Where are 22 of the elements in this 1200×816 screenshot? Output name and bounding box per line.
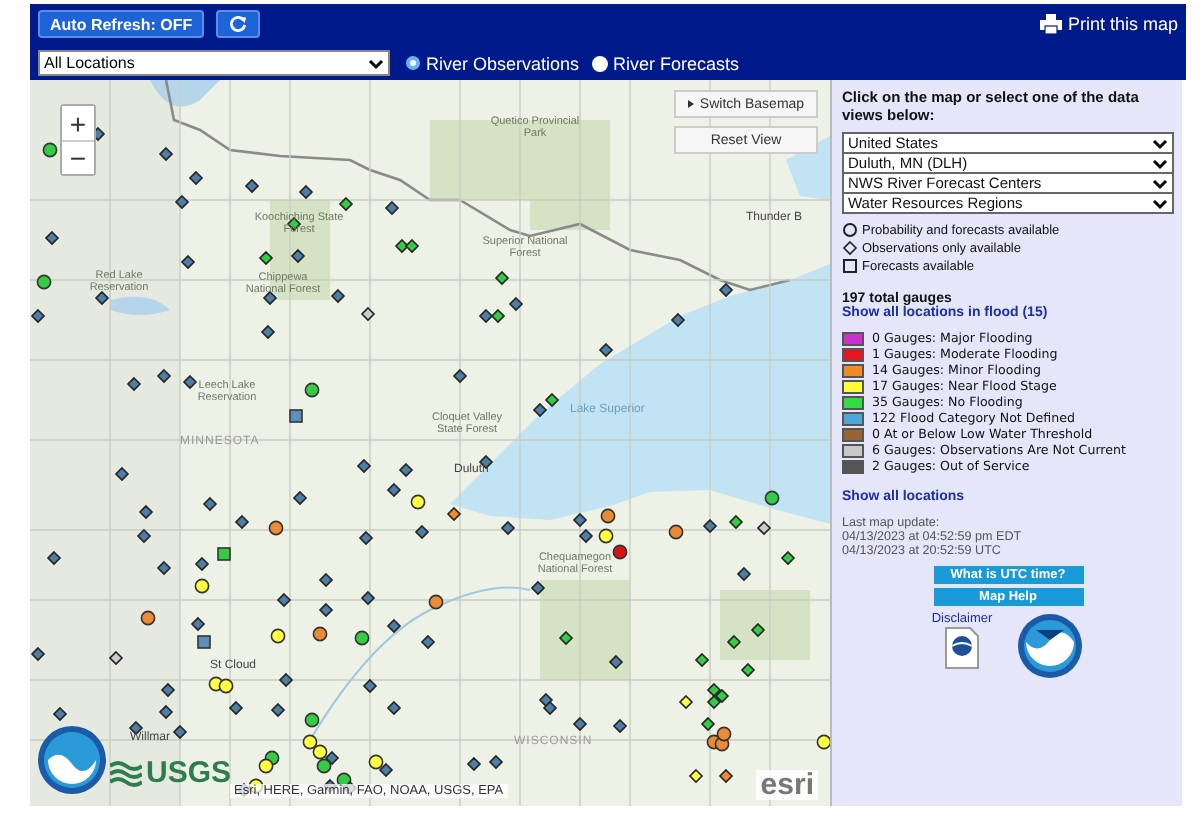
location-select[interactable]: All Locations — [38, 50, 390, 76]
usgs-wave-icon — [110, 759, 142, 787]
esri-logo-text: esri — [756, 770, 818, 800]
radio-label[interactable]: River Observations — [426, 53, 580, 73]
radio-button[interactable] — [406, 56, 420, 70]
zoom-button[interactable]: − — [62, 140, 94, 174]
usgs-logo-text: USGS — [146, 756, 232, 790]
document-icon[interactable] — [944, 626, 980, 670]
refresh-icon — [228, 14, 249, 34]
printer-icon — [1039, 14, 1062, 34]
radio-label[interactable]: River Forecasts — [613, 53, 740, 73]
map-drawing[interactable] — [30, 80, 830, 806]
noaa-logo-icon — [1016, 612, 1085, 680]
diamond-icon — [842, 240, 858, 256]
refresh-button[interactable] — [216, 10, 261, 38]
noaa-logo-icon — [36, 724, 108, 796]
print-link[interactable]: Print this map — [1039, 14, 1178, 34]
caret-icon — [687, 100, 694, 108]
circle-icon — [842, 222, 858, 238]
chevron-icon — [368, 57, 384, 69]
square-icon — [842, 258, 858, 274]
auto-refresh-button[interactable]: Auto Refresh: OFF — [38, 10, 205, 38]
